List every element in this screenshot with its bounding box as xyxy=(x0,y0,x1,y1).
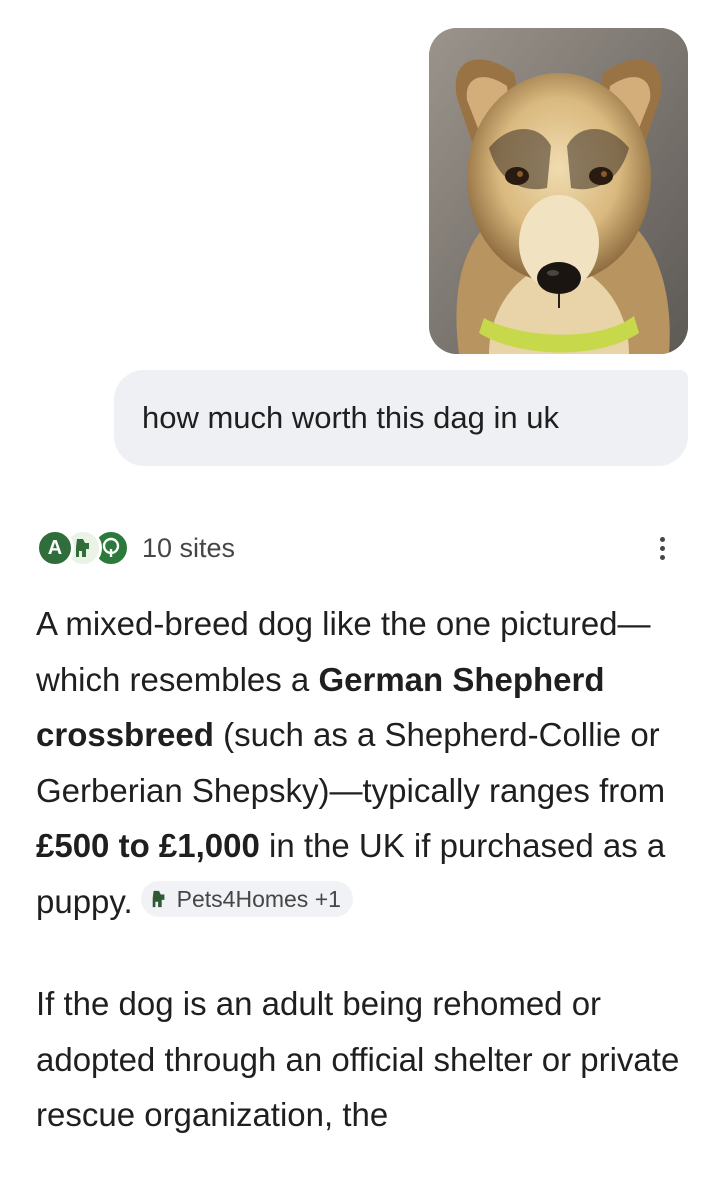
source-favicon-a: A xyxy=(36,529,74,567)
tree-icon xyxy=(102,537,120,557)
uploaded-dog-photo[interactable] xyxy=(429,28,688,354)
more-options-button[interactable] xyxy=(644,530,680,566)
answer-paragraph-2: If the dog is an adult being rehomed or … xyxy=(36,985,680,1133)
source-chip[interactable]: Pets4Homes +1 xyxy=(140,880,353,917)
user-query-bubble: how much worth this dag in uk xyxy=(114,370,688,466)
answer-bold-price: £500 to £1,000 xyxy=(36,827,260,864)
pets4homes-chip-icon xyxy=(149,889,169,909)
more-vert-dot xyxy=(659,554,665,560)
sources-row[interactable]: A 10 sites xyxy=(36,526,686,570)
chat-page: how much worth this dag in uk A 10 sites xyxy=(0,0,722,1200)
pets4homes-icon xyxy=(76,539,89,557)
dog-photo-icon xyxy=(429,28,688,354)
user-query-text: how much worth this dag in uk xyxy=(142,400,559,435)
more-vert-dot xyxy=(659,545,665,551)
source-chip-label: Pets4Homes +1 xyxy=(176,885,341,912)
answer-body: A mixed-breed dog like the one pictured—… xyxy=(36,596,696,1143)
answer-paragraph-1: A mixed-breed dog like the one pictured—… xyxy=(36,596,696,929)
source-favicons[interactable]: A xyxy=(36,529,130,567)
sources-count[interactable]: 10 sites xyxy=(142,533,235,564)
more-vert-icon xyxy=(659,536,665,542)
